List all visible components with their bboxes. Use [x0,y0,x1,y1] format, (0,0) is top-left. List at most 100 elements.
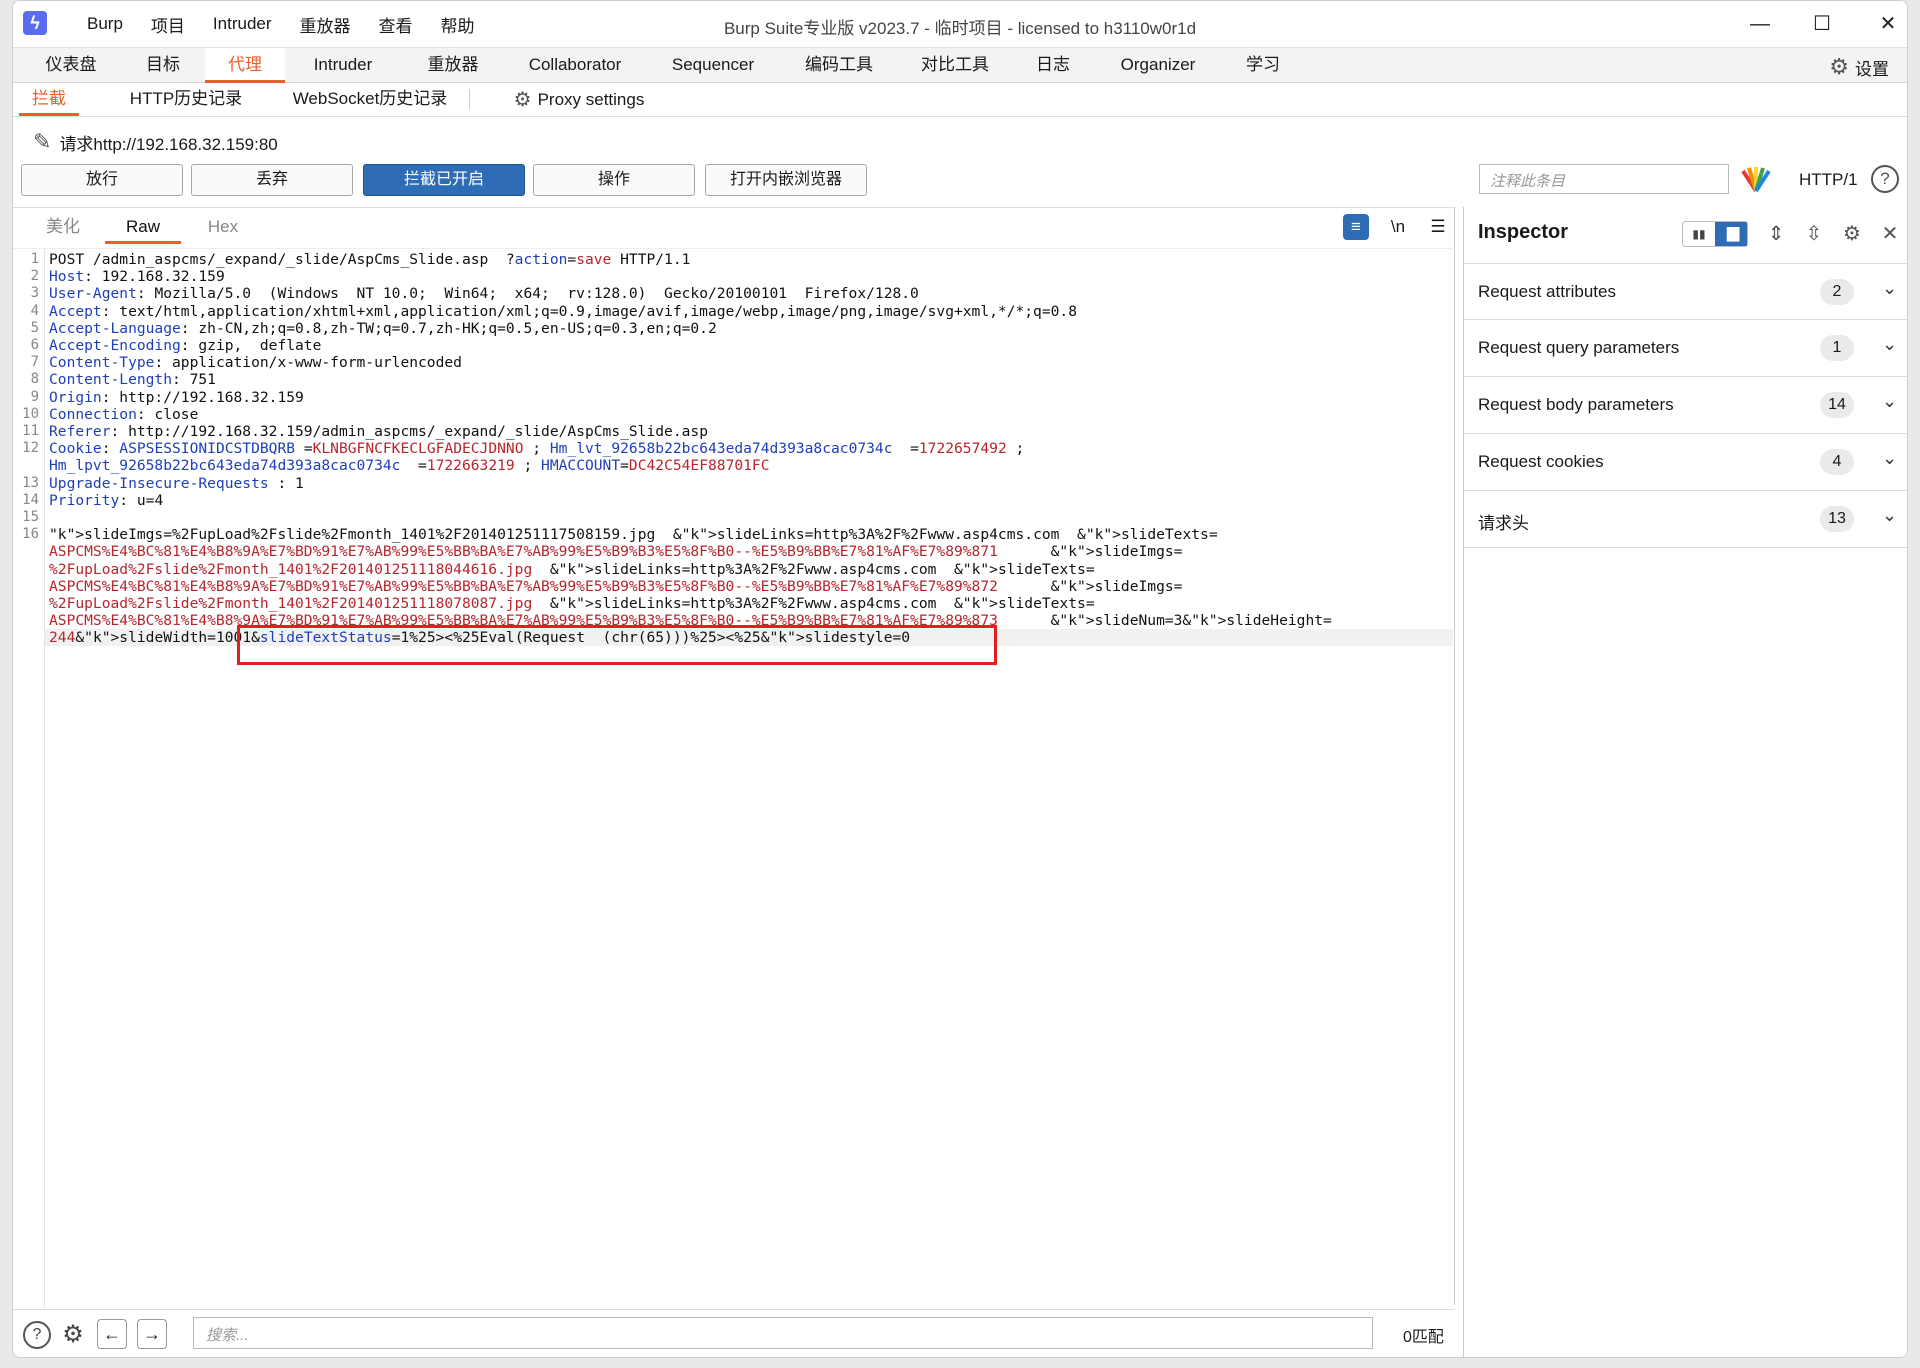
collapse-all-icon[interactable]: ⇳ [1800,221,1828,246]
inspector-row-headers[interactable]: 请求头 13 ⌄ [1464,491,1907,548]
inspector-title: Inspector [1478,221,1569,243]
tab-dashboard[interactable]: 仪表盘 [21,48,121,83]
code-line: ASPCMS%E4%BC%81%E4%B8%9A%E7%BD%91%E7%AB%… [49,577,1183,595]
line-number: 6 [30,337,39,353]
chevron-down-icon[interactable]: ⌄ [1882,278,1897,299]
editor-tab-bar: 美化 Raw Hex ≡ \n ☰ [13,208,1454,244]
tab-sequencer[interactable]: Sequencer [653,48,773,83]
tab-intruder[interactable]: Intruder [289,48,397,83]
wrap-lines-icon[interactable]: ≡ [1343,214,1369,240]
tab-learn[interactable]: 学习 [1223,48,1303,83]
code-line: %2FupLoad%2Fslide%2Fmonth_1401%2F2014012… [49,595,1095,612]
chevron-down-icon[interactable]: ⌄ [1882,334,1897,355]
line-number: 7 [30,354,39,371]
code-line: Referer: http://192.168.32.159/admin_asp… [49,423,708,440]
chevron-down-icon[interactable]: ⌄ [1882,391,1897,412]
inspector-row-request-attributes[interactable]: Request attributes 2 ⌄ [1464,263,1907,320]
match-count: 0匹配 [1403,1329,1444,1346]
raw-request-text[interactable]: 1 2 3 4 5 6 7 8 9 10 11 12 13 14 15 16 POST /admin_aspc… [13,248,1455,1308]
burp-window: ϟ Burp 项目 Intruder 重放器 查看 帮助 Burp Suite专… [12,0,1908,1358]
help-icon[interactable]: ? [1871,165,1899,193]
open-browser-button[interactable]: 打开内嵌浏览器 [705,164,867,196]
line-number: 9 [30,388,39,405]
show-newlines-icon[interactable]: \n [1385,214,1411,240]
background-window-strip [0,120,12,1360]
intercept-toggle-button[interactable]: 拦截已开启 [363,164,525,196]
proxy-sub-tab-bar: 拦截 HTTP历史记录 WebSocket历史记录 ⚙ Proxy settin… [13,83,1907,117]
code-line: %2FupLoad%2Fslide%2Fmonth_1401%2F2014012… [49,560,1095,578]
tab-websocket-history[interactable]: WebSocket历史记录 [275,83,465,116]
tab-pretty[interactable]: 美化 [33,214,93,244]
pencil-icon[interactable]: ✎ [33,129,51,155]
code-line: Accept: text/html,application/xhtml+xml,… [49,302,1077,320]
line-number: 5 [30,319,39,336]
line-number: 12 [22,440,39,457]
title-bar: ϟ Burp 项目 Intruder 重放器 查看 帮助 Burp Suite专… [13,1,1907,47]
tab-proxy-settings[interactable]: ⚙ Proxy settings [499,83,659,116]
tab-target[interactable]: 目标 [125,48,201,83]
code-line: Cookie: ASPSESSIONIDCSTDBQRB =KLNBGFNCFK… [49,440,1025,458]
menu-help[interactable]: 帮助 [427,12,489,37]
search-input[interactable]: 搜索... [193,1317,1373,1349]
drop-button[interactable]: 丢弃 [191,164,353,196]
inspector-layout-toggle[interactable]: ▮▮ ▐█ [1682,221,1748,247]
tab-comparer[interactable]: 对比工具 [901,48,1009,83]
close-button[interactable]: ✕ [1865,7,1907,41]
tab-collaborator[interactable]: Collaborator [507,48,643,83]
chevron-down-icon[interactable]: ⌄ [1882,505,1897,526]
minimize-button[interactable]: — [1737,7,1783,41]
tab-raw[interactable]: Raw [105,214,181,244]
inspector-row-label: Request body parameters [1478,395,1674,414]
code-line: Content-Length: 751 [49,371,216,389]
forward-button[interactable]: 放行 [21,164,183,196]
gear-icon[interactable]: ⚙ [1838,221,1866,246]
chevron-down-icon[interactable]: ⌄ [1882,448,1897,469]
tab-logger[interactable]: 日志 [1013,48,1093,83]
tab-intercept[interactable]: 拦截 [19,83,79,116]
code-line: Priority: u=4 [49,491,164,509]
menu-burp[interactable]: Burp [73,14,137,34]
line-number: 13 [22,474,39,491]
code-line: User-Agent: Mozilla/5.0 (Windows NT 10.0… [49,285,919,303]
line-number: 14 [22,491,39,508]
editor-menu-icon[interactable]: ☰ [1425,214,1451,240]
inspector-row-query-parameters[interactable]: Request query parameters 1 ⌄ [1464,320,1907,377]
maximize-button[interactable]: ☐ [1799,7,1845,41]
tab-organizer[interactable]: Organizer [1103,48,1213,83]
gear-icon[interactable]: ⚙ [59,1321,87,1349]
tab-hex[interactable]: Hex [193,214,253,244]
code-line: Content-Type: application/x-www-form-url… [49,354,462,372]
menu-repeater[interactable]: 重放器 [286,12,365,37]
highlight-color-icon[interactable] [1739,165,1773,193]
action-button[interactable]: 操作 [533,164,695,196]
burp-logo-icon: ϟ [23,11,47,35]
code-line: ASPCMS%E4%BC%81%E4%B8%9A%E7%BD%91%E7%AB%… [49,543,1183,561]
settings-button[interactable]: ⚙ 设置 [1829,54,1889,80]
line-number: 16 [22,526,39,543]
tab-decoder[interactable]: 编码工具 [781,48,897,83]
tab-repeater[interactable]: 重放器 [403,48,503,83]
request-url: 请求http://192.168.32.159:80 [59,134,278,154]
close-icon[interactable]: ✕ [1876,221,1904,246]
tab-proxy[interactable]: 代理 [205,48,285,83]
layout-panel-icon[interactable]: ▐█ [1715,222,1747,246]
inspector-row-cookies[interactable]: Request cookies 4 ⌄ [1464,434,1907,491]
comment-input[interactable]: 注释此条目 [1479,164,1729,194]
previous-match-button[interactable]: ← [97,1319,127,1349]
menu-bar: Burp 项目 Intruder 重放器 查看 帮助 [73,1,489,47]
line-number-gutter: 1 2 3 4 5 6 7 8 9 10 11 12 13 14 15 16 [13,249,45,1308]
code-line: Hm_lpvt_92658b22bc643eda74d393a8cac0734c… [49,457,770,475]
line-number: 3 [30,285,39,302]
next-match-button[interactable]: → [137,1319,167,1349]
menu-project[interactable]: 项目 [137,12,199,37]
request-editor: 美化 Raw Hex ≡ \n ☰ 1 2 3 4 5 6 7 8 9 10 11 12 13 14 15 1… [13,207,1455,1308]
menu-view[interactable]: 查看 [365,12,427,37]
menu-intruder[interactable]: Intruder [199,14,286,34]
expand-all-icon[interactable]: ⇕ [1762,221,1790,246]
layout-list-icon[interactable]: ▮▮ [1683,222,1715,246]
inspector-row-body-parameters[interactable]: Request body parameters 14 ⌄ [1464,377,1907,434]
help-icon[interactable]: ? [23,1321,51,1349]
http-version[interactable]: HTTP/1 [1799,170,1858,190]
inspector-row-label: 请求头 [1478,514,1529,533]
tab-http-history[interactable]: HTTP历史记录 [111,83,261,116]
